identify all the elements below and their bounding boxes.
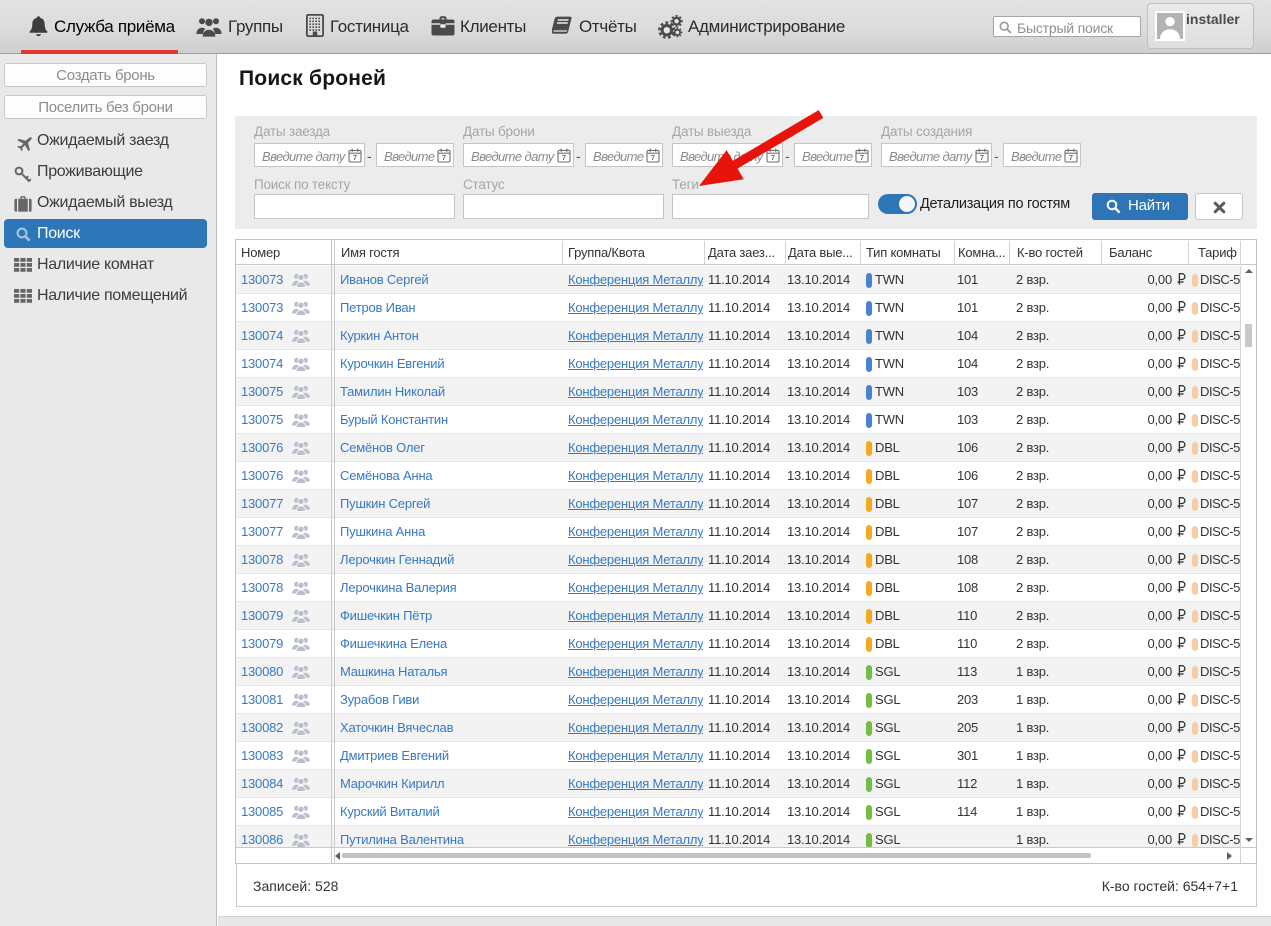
svg-text:7: 7 [651, 153, 655, 162]
svg-text:7: 7 [860, 153, 864, 162]
svg-text:7: 7 [442, 153, 446, 162]
svg-text:7: 7 [1069, 153, 1073, 162]
svg-text:7: 7 [980, 153, 984, 162]
svg-text:7: 7 [562, 153, 566, 162]
svg-text:7: 7 [353, 153, 357, 162]
